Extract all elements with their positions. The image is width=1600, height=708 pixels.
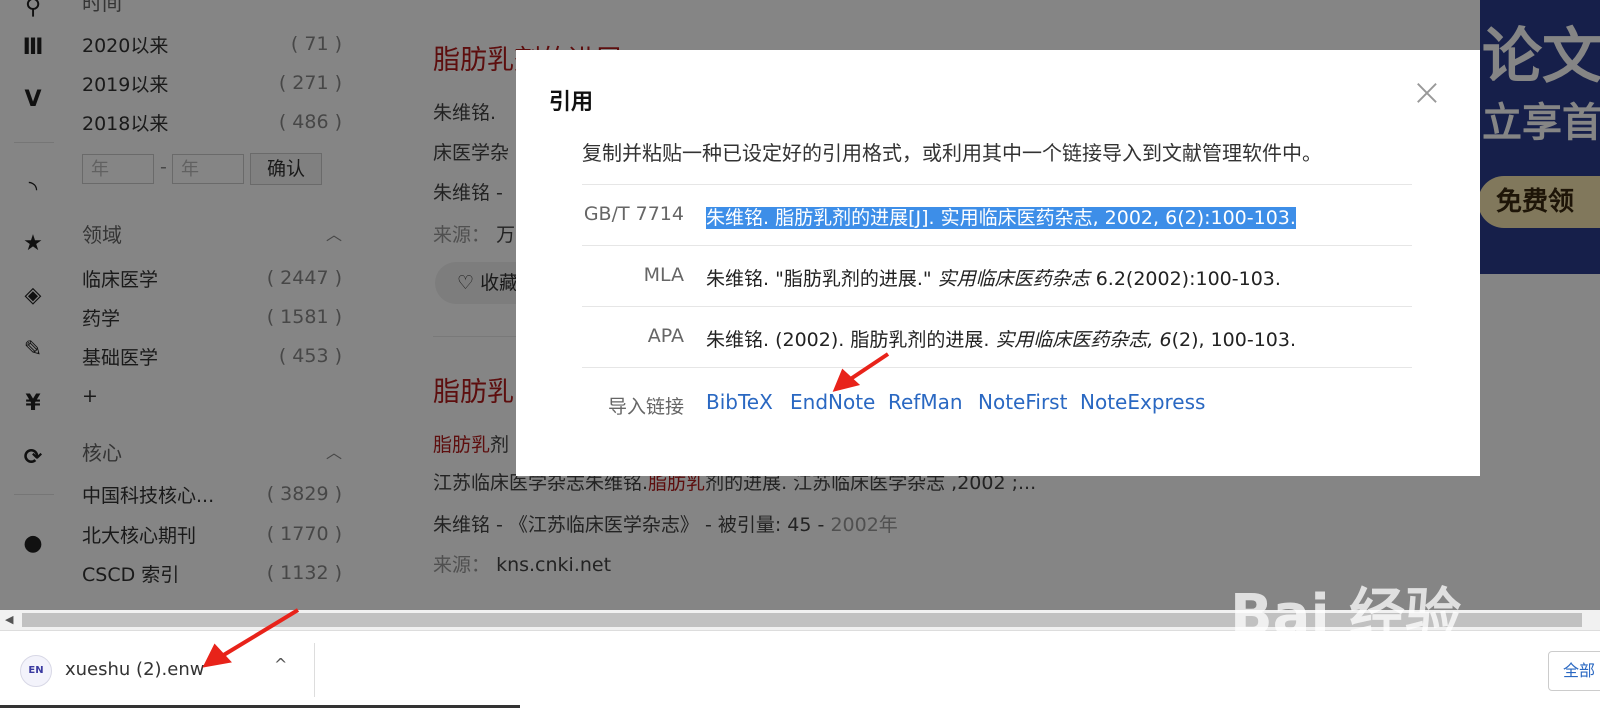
endnote-file-icon[interactable]: EN xyxy=(20,655,52,687)
citation-part: 6.2(2002):100-103. xyxy=(1089,268,1281,290)
horizontal-scrollbar[interactable]: ◀ xyxy=(0,610,1600,630)
shelf-divider xyxy=(314,643,315,697)
citation-row-gbt: GB/T 7714 朱维铭. 脂肪乳剂的进展[J]. 实用临床医药杂志, 200… xyxy=(582,184,1412,245)
import-link-noteexpress[interactable]: NoteExpress xyxy=(1080,390,1205,414)
citation-part: 朱维铭. "脂肪乳剂的进展." xyxy=(706,268,938,290)
citation-text[interactable]: 朱维铭. "脂肪乳剂的进展." 实用临床医药杂志 6.2(2002):100-1… xyxy=(706,264,1281,291)
import-link-notefirst[interactable]: NoteFirst xyxy=(978,390,1067,414)
import-link-bibtex[interactable]: BibTeX xyxy=(706,390,773,414)
dialog-description: 复制并粘贴一种已设定好的引用格式，或利用其中一个链接导入到文献管理软件中。 xyxy=(582,141,1322,165)
download-filename[interactable]: xueshu (2).enw xyxy=(65,659,204,680)
citation-part: 朱维铭. (2002). 脂肪乳剂的进展. xyxy=(706,329,996,351)
citation-label: GB/T 7714 xyxy=(583,203,684,225)
close-icon[interactable]: × xyxy=(1411,73,1443,111)
chevron-up-icon[interactable]: ^ xyxy=(274,655,287,674)
citation-row-mla: MLA 朱维铭. "脂肪乳剂的进展." 实用临床医药杂志 6.2(2002):1… xyxy=(582,245,1412,306)
citation-dialog: 引用 × 复制并粘贴一种已设定好的引用格式，或利用其中一个链接导入到文献管理软件… xyxy=(516,50,1480,476)
import-link-refman[interactable]: RefMan xyxy=(888,390,963,414)
citation-journal: 实用临床医药杂志, 6 xyxy=(995,329,1172,351)
show-all-downloads-button[interactable]: 全部 xyxy=(1548,651,1600,691)
selected-citation-text[interactable]: 朱维铭. 脂肪乳剂的进展[J]. 实用临床医药杂志, 2002, 6(2):10… xyxy=(706,207,1296,229)
download-shelf: EN xueshu (2).enw ^ 全部 xyxy=(0,630,1600,708)
citation-text[interactable]: 朱维铭. (2002). 脂肪乳剂的进展. 实用临床医药杂志, 6(2), 10… xyxy=(706,325,1296,352)
citation-row-apa: APA 朱维铭. (2002). 脂肪乳剂的进展. 实用临床医药杂志, 6(2)… xyxy=(582,306,1412,367)
import-label: 导入链接 xyxy=(607,396,684,418)
dialog-title: 引用 xyxy=(549,90,594,115)
import-link-endnote[interactable]: EndNote xyxy=(790,390,875,414)
citation-part: (2), 100-103. xyxy=(1171,329,1297,351)
import-links-row: 导入链接 BibTeX EndNote RefMan NoteFirst Not… xyxy=(582,367,1412,428)
scrollbar-thumb[interactable] xyxy=(22,613,1582,627)
citation-label: MLA xyxy=(643,264,684,286)
scroll-left-icon[interactable]: ◀ xyxy=(5,613,13,626)
citation-label: APA xyxy=(647,325,684,347)
citation-journal: 实用临床医药杂志 xyxy=(937,268,1090,290)
citation-text[interactable]: 朱维铭. 脂肪乳剂的进展[J]. 实用临床医药杂志, 2002, 6(2):10… xyxy=(706,203,1296,230)
